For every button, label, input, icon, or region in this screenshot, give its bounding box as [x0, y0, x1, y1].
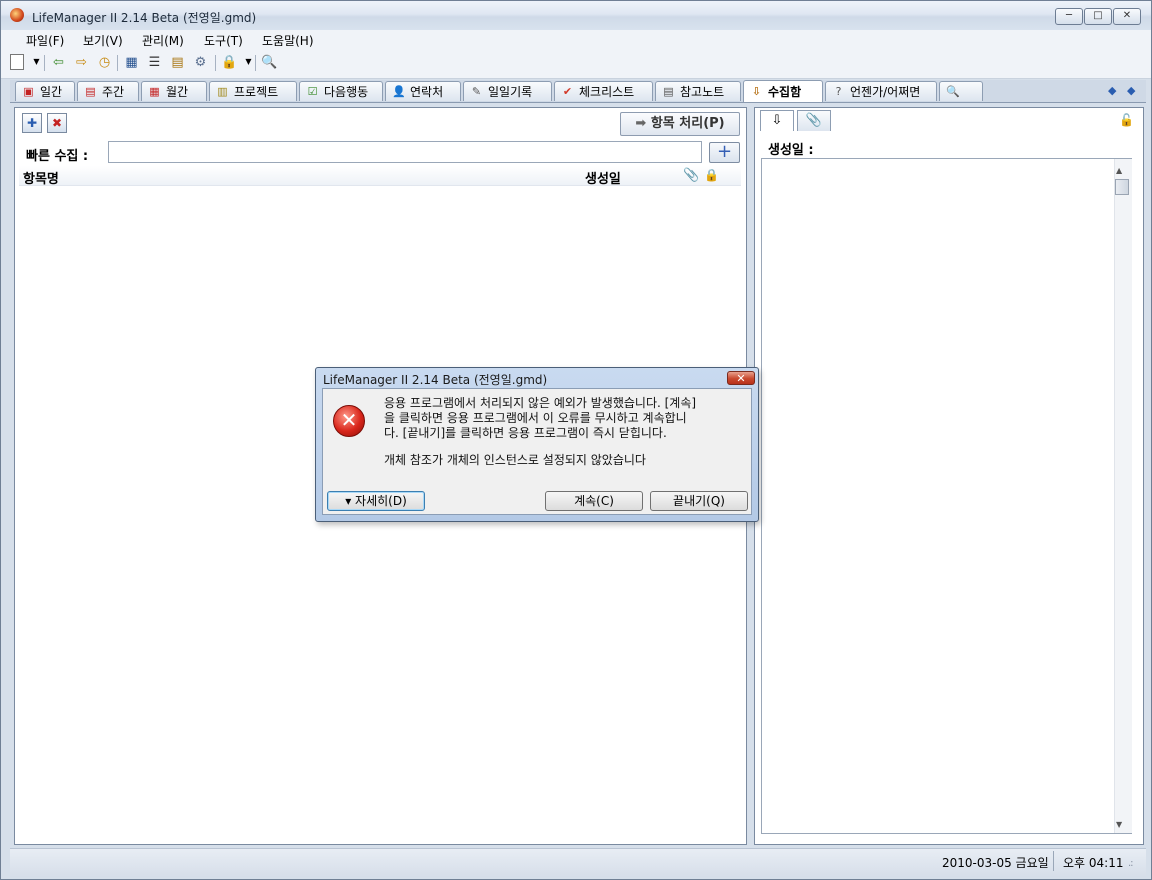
- new-document-icon[interactable]: [10, 54, 24, 70]
- new-item-icon: ✚: [26, 116, 38, 130]
- menu-tools[interactable]: 도구(T): [202, 32, 245, 49]
- dialog-close-button[interactable]: ✕: [727, 371, 755, 385]
- lock-icon[interactable]: 🔒: [221, 54, 238, 71]
- tab-daily[interactable]: ▣ 일간: [15, 81, 75, 101]
- notes-icon: ▤: [663, 85, 674, 98]
- scrollbar-thumb[interactable]: [1115, 179, 1129, 195]
- status-date: 2010-03-05 금요일: [942, 856, 1049, 870]
- minimize-button[interactable]: ─: [1055, 8, 1083, 25]
- project-icon: ▥: [217, 85, 228, 98]
- clock-icon[interactable]: ◷: [96, 54, 113, 71]
- scroll-down-icon[interactable]: ▼: [1116, 820, 1122, 829]
- archive-icon[interactable]: ▤: [169, 54, 186, 71]
- tab-monthly[interactable]: ▦ 월간: [141, 81, 207, 101]
- arrow-right-icon: ➡: [635, 116, 647, 131]
- process-item-button[interactable]: ➡ 항목 처리(P): [620, 112, 740, 136]
- menu-manage[interactable]: 관리(M): [140, 32, 186, 49]
- close-window-button[interactable]: ✕: [1113, 8, 1141, 25]
- details-button[interactable]: ▾ 자세히(D): [327, 491, 425, 511]
- status-time: 오후 04:11: [1063, 856, 1124, 870]
- dropdown-arrow-icon[interactable]: ▼: [28, 53, 45, 70]
- attachment-icon[interactable]: 📎: [683, 168, 699, 183]
- settings-icon[interactable]: ⚙: [192, 54, 209, 71]
- paperclip-icon: 📎: [805, 113, 823, 128]
- journal-icon: ✎: [471, 85, 482, 98]
- dialog-message: 응용 프로그램에서 처리되지 않은 예외가 발생했습니다. [계속] 을 클릭하…: [384, 396, 697, 440]
- resize-grip-icon[interactable]: .:: [1128, 858, 1133, 869]
- delete-item-icon: ✖: [51, 116, 63, 130]
- quick-collect-label: 빠른 수집 :: [26, 149, 89, 164]
- tab-project[interactable]: ▥ 프로젝트: [209, 81, 297, 101]
- grid-view-icon[interactable]: ▦: [123, 54, 140, 71]
- checklist-icon: ✔: [562, 85, 573, 98]
- contact-icon: 👤: [392, 85, 406, 98]
- tab-scroll-right-icon[interactable]: ◆: [1127, 84, 1135, 97]
- detail-tab-inbox[interactable]: ⇩: [760, 110, 794, 131]
- lock-column-icon[interactable]: 🔒: [704, 168, 719, 182]
- quick-add-button[interactable]: +: [709, 142, 740, 163]
- next-action-icon: ☑: [307, 85, 318, 98]
- new-item-button[interactable]: ✚: [22, 113, 42, 133]
- tab-checklist[interactable]: ✔ 체크리스트: [554, 81, 653, 101]
- tab-someday[interactable]: ? 언젠가/어쩌면: [825, 81, 937, 101]
- status-divider: [1053, 851, 1054, 871]
- error-icon: ✕: [333, 405, 365, 437]
- tab-next-action[interactable]: ☑ 다음행동: [299, 81, 383, 101]
- search-icon[interactable]: 🔍: [261, 54, 278, 71]
- quick-collect-input[interactable]: [108, 141, 702, 163]
- import-icon[interactable]: ⇦: [50, 54, 67, 71]
- search-icon: 🔍: [946, 85, 960, 98]
- tab-scroll-left-icon[interactable]: ◆: [1108, 84, 1116, 97]
- calendar-day-icon: ▣: [23, 85, 34, 98]
- calendar-month-icon: ▦: [149, 85, 160, 98]
- menu-help[interactable]: 도움말(H): [260, 32, 316, 49]
- maximize-button[interactable]: □: [1084, 8, 1112, 25]
- menu-view[interactable]: 보기(V): [81, 32, 125, 49]
- delete-item-button[interactable]: ✖: [47, 113, 67, 133]
- calendar-week-icon: ▤: [85, 85, 96, 98]
- detail-tab-attachment[interactable]: 📎: [797, 110, 831, 131]
- list-header: [19, 166, 741, 186]
- tab-search[interactable]: 🔍: [939, 81, 983, 101]
- quit-button[interactable]: 끝내기(Q): [650, 491, 748, 511]
- column-header-created[interactable]: 생성일: [585, 168, 621, 187]
- tab-weekly[interactable]: ▤ 주간: [77, 81, 139, 101]
- continue-button[interactable]: 계속(C): [545, 491, 643, 511]
- tab-contacts[interactable]: 👤 연락처: [385, 81, 461, 101]
- column-header-name[interactable]: 항목명: [23, 168, 59, 187]
- dialog-error-detail: 개체 참조가 개체의 인스턴스로 설정되지 않았습니다: [384, 453, 646, 467]
- app-logo-icon[interactable]: [10, 8, 24, 22]
- dialog-title: LifeManager II 2.14 Beta (전영일.gmd): [323, 373, 548, 387]
- created-date-label: 생성일 :: [768, 143, 814, 158]
- tab-journal[interactable]: ✎ 일일기록: [463, 81, 552, 101]
- tab-inbox[interactable]: ⇩ 수집함: [743, 80, 823, 102]
- tab-notes[interactable]: ▤ 참고노트: [655, 81, 741, 101]
- tree-view-icon[interactable]: ☰: [146, 54, 163, 71]
- inbox-icon: ⇩: [751, 85, 762, 98]
- export-icon[interactable]: ⇨: [73, 54, 90, 71]
- vertical-scrollbar[interactable]: [1114, 159, 1132, 833]
- scroll-up-icon[interactable]: ▲: [1116, 166, 1122, 175]
- someday-icon: ?: [835, 85, 842, 98]
- note-text-area[interactable]: [761, 158, 1132, 834]
- window-title: LifeManager II 2.14 Beta (전영일.gmd): [32, 11, 257, 25]
- menu-file[interactable]: 파일(F): [24, 32, 66, 49]
- unlock-icon[interactable]: 🔓: [1119, 113, 1134, 127]
- inbox-icon: ⇩: [771, 113, 783, 128]
